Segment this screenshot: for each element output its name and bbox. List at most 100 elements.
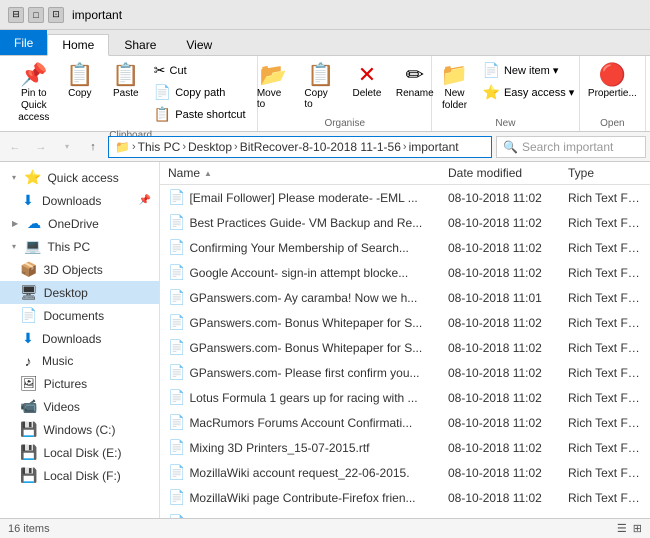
file-row[interactable]: 📄GPanswers.com- Bonus Whitepaper for S..… bbox=[160, 335, 650, 360]
path-important[interactable]: important bbox=[409, 140, 459, 154]
col-header-type[interactable]: Type bbox=[560, 162, 650, 184]
ribbon: 📌 Pin to Quick access 📋 Copy 📋 Paste ✂ C… bbox=[0, 56, 650, 132]
file-type-cell: Rich Text Format bbox=[560, 364, 650, 382]
file-row[interactable]: 📄Mixing 3D Printers_15-07-2015.rtf 08-10… bbox=[160, 435, 650, 460]
move-to-label: Move to bbox=[257, 88, 291, 110]
search-box[interactable]: 🔍 Search important bbox=[496, 136, 646, 158]
new-item-button[interactable]: 📄 New item ▾ bbox=[479, 60, 579, 81]
file-row[interactable]: 📄MacRumors Forums Account Confirmati... … bbox=[160, 410, 650, 435]
sidebar-item-pictures[interactable]: 🖼 Pictures bbox=[0, 372, 159, 395]
back-button[interactable]: ← bbox=[4, 136, 26, 158]
file-row[interactable]: 📄[Email Follower] Please moderate- -EML … bbox=[160, 185, 650, 210]
file-row[interactable]: 📄GPanswers.com- Please first confirm you… bbox=[160, 360, 650, 385]
sidebar-label-downloads: Downloads bbox=[42, 194, 101, 208]
path-bitrecover[interactable]: BitRecover-8-10-2018 11-1-56 bbox=[240, 140, 401, 154]
file-date-cell: 08-10-2018 11:02 bbox=[440, 364, 560, 382]
status-item-count: 16 items bbox=[8, 523, 50, 535]
file-row[interactable]: 📄MozillaWiki page Contribute-Firefox fri… bbox=[160, 485, 650, 510]
file-name-cell: 📄MacRumors Forums Account Confirmati... bbox=[160, 412, 440, 433]
copy-button[interactable]: 📋 Copy bbox=[58, 60, 102, 103]
file-type-cell: Rich Text Format bbox=[560, 489, 650, 507]
file-row[interactable]: 📄Lotus Formula 1 gears up for racing wit… bbox=[160, 385, 650, 410]
sidebar-item-local-e[interactable]: 💾 Local Disk (E:) bbox=[0, 441, 159, 464]
copy-icon: 📋 bbox=[66, 64, 93, 86]
copy-path-button[interactable]: 📄 Copy path bbox=[150, 82, 250, 103]
properties-button[interactable]: 🔴 Propertie... bbox=[582, 60, 643, 103]
rename-label: Rename bbox=[396, 88, 434, 99]
sidebar-item-windows-c[interactable]: 💾 Windows (C:) bbox=[0, 418, 159, 441]
copy-to-button[interactable]: 📋 Copy to bbox=[298, 60, 343, 114]
file-icon: 📄 bbox=[168, 414, 185, 430]
title-icon-3[interactable]: ⊡ bbox=[48, 7, 64, 23]
file-row[interactable]: 📄Google Account- sign-in attempt blocke.… bbox=[160, 260, 650, 285]
path-desktop[interactable]: Desktop bbox=[188, 140, 232, 154]
address-path[interactable]: 📁 › This PC › Desktop › BitRecover-8-10-… bbox=[108, 136, 492, 158]
delete-icon: ✕ bbox=[358, 64, 376, 86]
paste-section: 📋 Paste bbox=[104, 60, 148, 103]
paste-shortcut-icon: 📋 bbox=[154, 106, 171, 123]
ribbon-tabs: File Home Share View bbox=[0, 30, 650, 56]
sidebar-item-videos[interactable]: 📹 Videos bbox=[0, 395, 159, 418]
sidebar-item-local-f[interactable]: 💾 Local Disk (F:) bbox=[0, 464, 159, 487]
easy-access-button[interactable]: ⭐ Easy access ▾ bbox=[479, 82, 579, 103]
sidebar-item-this-pc[interactable]: ▾ 💻 This PC bbox=[0, 235, 159, 258]
file-row[interactable]: 📄MozillaWiki account request_22-06-2015.… bbox=[160, 460, 650, 485]
tab-file[interactable]: File bbox=[0, 30, 47, 55]
tab-share[interactable]: Share bbox=[109, 33, 171, 55]
list-view-icon[interactable]: ☰ bbox=[617, 522, 627, 535]
forward-button[interactable]: → bbox=[30, 136, 52, 158]
file-row[interactable]: 📄Best Practices Guide- VM Backup and Re.… bbox=[160, 210, 650, 235]
recent-button[interactable]: ▾ bbox=[56, 136, 78, 158]
onedrive-icon: ☁ bbox=[26, 215, 42, 232]
tab-home[interactable]: Home bbox=[47, 34, 109, 56]
file-name-cell: 📄Google Account- sign-in attempt blocke.… bbox=[160, 262, 440, 283]
paste-button[interactable]: 📋 Paste bbox=[104, 60, 148, 103]
new-buttons: 📁 New folder 📄 New item ▾ ⭐ Easy access … bbox=[433, 60, 579, 116]
file-row[interactable]: 📄MozillaWiki page User talk-Louiswilliam… bbox=[160, 510, 650, 518]
move-to-button[interactable]: 📂 Move to bbox=[251, 60, 297, 114]
up-button[interactable]: ↑ bbox=[82, 136, 104, 158]
file-row[interactable]: 📄Confirming Your Membership of Search...… bbox=[160, 235, 650, 260]
file-row[interactable]: 📄GPanswers.com- Ay caramba! Now we h... … bbox=[160, 285, 650, 310]
music-icon: ♪ bbox=[20, 353, 36, 369]
paste-shortcut-label: Paste shortcut bbox=[175, 109, 245, 121]
file-icon: 📄 bbox=[168, 489, 185, 505]
file-name-cell: 📄Confirming Your Membership of Search... bbox=[160, 237, 440, 258]
sidebar-label-pictures: Pictures bbox=[44, 377, 87, 391]
file-icon: 📄 bbox=[168, 514, 185, 518]
new-folder-button[interactable]: 📁 New folder bbox=[433, 60, 477, 116]
sidebar-item-music[interactable]: ♪ Music bbox=[0, 350, 159, 372]
sidebar-item-quick-access[interactable]: ▾ ⭐ Quick access bbox=[0, 166, 159, 189]
title-icon-2[interactable]: □ bbox=[28, 7, 44, 23]
sidebar-item-documents[interactable]: 📄 Documents bbox=[0, 304, 159, 327]
path-this-pc[interactable]: This PC bbox=[138, 140, 181, 154]
properties-label: Propertie... bbox=[588, 88, 637, 99]
cut-button[interactable]: ✂ Cut bbox=[150, 60, 250, 81]
tab-view[interactable]: View bbox=[171, 33, 227, 55]
quick-access-icon: ⭐ bbox=[24, 169, 41, 186]
new-item-icon: 📄 bbox=[483, 62, 500, 79]
windows-c-icon: 💾 bbox=[20, 421, 37, 438]
organise-label: Organise bbox=[324, 116, 365, 129]
sidebar-item-desktop[interactable]: 🖥 Desktop bbox=[0, 281, 159, 304]
file-type-cell: Rich Text Format bbox=[560, 264, 650, 282]
copy-label: Copy bbox=[68, 88, 91, 99]
sidebar-item-downloads[interactable]: ⬇ Downloads 📌 bbox=[0, 189, 159, 212]
paste-shortcut-button[interactable]: 📋 Paste shortcut bbox=[150, 104, 250, 125]
file-name-cell: 📄[Email Follower] Please moderate- -EML … bbox=[160, 187, 440, 208]
sidebar-item-onedrive[interactable]: ▶ ☁ OneDrive bbox=[0, 212, 159, 235]
sidebar-item-downloads2[interactable]: ⬇ Downloads bbox=[0, 327, 159, 350]
pin-to-quick-access-button[interactable]: 📌 Pin to Quick access bbox=[12, 60, 56, 128]
col-header-name[interactable]: Name ▲ bbox=[160, 162, 440, 184]
detail-view-icon[interactable]: ⊞ bbox=[633, 522, 642, 535]
file-name-cell: 📄Lotus Formula 1 gears up for racing wit… bbox=[160, 387, 440, 408]
title-icon-1[interactable]: ⊟ bbox=[8, 7, 24, 23]
sidebar-label-local-f: Local Disk (F:) bbox=[43, 469, 120, 483]
delete-button[interactable]: ✕ Delete bbox=[345, 60, 389, 103]
sidebar-item-3d-objects[interactable]: 📦 3D Objects bbox=[0, 258, 159, 281]
file-type-cell: Rich Text Format bbox=[560, 514, 650, 519]
this-pc-icon: 💻 bbox=[24, 238, 41, 255]
file-row[interactable]: 📄GPanswers.com- Bonus Whitepaper for S..… bbox=[160, 310, 650, 335]
status-bar: 16 items ☰ ⊞ bbox=[0, 518, 650, 538]
col-header-date[interactable]: Date modified bbox=[440, 162, 560, 184]
